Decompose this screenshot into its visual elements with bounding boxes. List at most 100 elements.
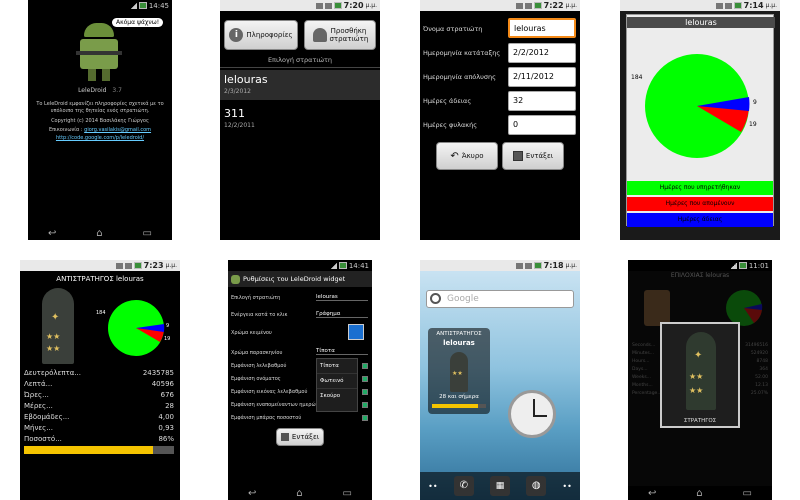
speech-bubble: Ακόμα ψάχνω! — [112, 18, 164, 27]
ok-button[interactable]: Εντάξει — [276, 428, 324, 446]
rank-overlay-dialog[interactable]: ✦ ★★ ★★ ΣΤΡΑΤΗΓΟΣ — [660, 322, 740, 428]
back-icon[interactable]: ↩ — [648, 488, 656, 499]
setting-label: Εμφάνιση μπάρας ποσοστού — [231, 415, 302, 421]
battery-icon — [338, 262, 347, 269]
soldier-name: 311 — [224, 107, 245, 120]
leave-days-input[interactable]: 32 — [508, 91, 576, 111]
recents-icon[interactable]: ▭ — [143, 228, 152, 239]
save-icon — [280, 433, 289, 441]
leledroid-widget[interactable]: ΑΝΤΙΣΤΡΑΤΗΓΟΣ lelouras ★★ 28 και σήμερα — [428, 328, 490, 414]
show-progress-bar-checkbox[interactable] — [362, 415, 368, 421]
apps-dots-icon[interactable]: •• — [428, 482, 437, 491]
battery-icon — [333, 2, 342, 9]
name-input[interactable]: lelouras — [508, 18, 576, 38]
soldier-date: 2/3/2012 — [224, 88, 251, 95]
recents-icon[interactable]: ▭ — [743, 488, 752, 499]
stat-row: Εβδομάδες... 4,00 — [24, 412, 174, 423]
back-icon[interactable]: ↩ — [48, 228, 56, 239]
add-soldier-button-label: Προσθήκη στρατιώτη — [329, 27, 369, 43]
contact-email-link[interactable]: giorg.vasilakis@gmail.com — [84, 127, 151, 133]
widget-progress-fill — [432, 404, 479, 408]
prison-days-input[interactable]: 0 — [508, 115, 576, 135]
phone-icon[interactable]: ✆ — [453, 476, 474, 496]
widget-progress-bar — [432, 404, 486, 408]
screen-edit-soldier: 7:22 μ.μ. Όνομα στρατιώτη lelouras Ημερο… — [420, 0, 580, 240]
dropdown-option[interactable]: Φωτεινό — [317, 374, 357, 389]
dropdown-option[interactable]: Σκούρο — [317, 389, 357, 403]
list-item[interactable]: 311 12/2/2011 — [220, 104, 380, 134]
stat-value: 2435785 — [142, 369, 174, 377]
save-icon — [512, 151, 523, 161]
pie-label-leave: 9 — [753, 99, 757, 106]
soldier-date: 12/2/2011 — [224, 122, 255, 129]
home-icon[interactable]: ⌂ — [696, 488, 702, 499]
info-icon: i — [229, 28, 244, 42]
contact: Επικοινωνία : giorg.vasilakis@gmail.com — [28, 127, 172, 133]
nav-bar: ↩ ⌂ ▭ — [628, 486, 772, 500]
widget-name: lelouras — [443, 339, 475, 347]
stat-label: Percentage... — [632, 391, 662, 396]
add-user-icon — [312, 28, 327, 42]
clock: 11:01 — [748, 261, 769, 270]
battery-icon — [138, 2, 147, 9]
dialog: lelouras 184 9 19 Ημέρες που υπηρετήθηκα… — [626, 14, 775, 227]
home-icon[interactable]: ⌂ — [96, 228, 102, 239]
stat-value: 0,93 — [158, 424, 174, 432]
soldier-select[interactable]: lelouras — [316, 294, 368, 301]
stat-label: Εβδομάδες... — [24, 413, 70, 421]
dock: •• ✆ ▦ ◍ •• — [420, 472, 580, 500]
stat-label: Seconds... — [632, 343, 656, 348]
legend-served: Ημέρες που υπηρετήθηκαν — [627, 181, 773, 195]
ok-button-label: Εντάξει — [525, 152, 554, 160]
field-label-name: Όνομα στρατιώτη — [423, 25, 483, 33]
show-name-checkbox[interactable] — [362, 376, 368, 382]
show-rank-image-checkbox[interactable] — [362, 389, 368, 395]
info-button[interactable]: i Πληροφορίες — [224, 20, 298, 50]
stat-value: 8748 — [756, 359, 768, 364]
battery-icon — [133, 262, 142, 269]
pie-label-remaining: 19 — [164, 336, 170, 342]
google-search-bar[interactable]: Google — [426, 290, 574, 308]
enlist-date-input[interactable]: 2/2/2012 — [508, 43, 576, 63]
pie-label-served: 184 — [631, 74, 643, 81]
clock-suffix: μ.μ. — [565, 262, 577, 269]
settings-title: Ρυθμίσεις του LeleDroid widget — [243, 275, 346, 283]
background-select[interactable]: Τίποτα — [316, 348, 368, 355]
status-bar: 11:01 — [628, 260, 772, 271]
browser-icon[interactable]: ◍ — [526, 476, 547, 496]
screen-soldier-list: 7:20 μ.μ. i Πληροφορίες Προσθήκη στρατιώ… — [220, 0, 380, 240]
recents-icon[interactable]: ▭ — [343, 488, 352, 499]
search-placeholder: Google — [447, 294, 479, 304]
project-link[interactable]: http://code.google.com/p/leledroid/ — [28, 135, 172, 141]
home-icon[interactable]: ⌂ — [296, 488, 302, 499]
click-action-select[interactable]: Γράφημα — [316, 311, 368, 318]
battery-icon — [738, 262, 747, 269]
clock-suffix: μ.μ. — [365, 2, 377, 9]
field-label-enlist-date: Ημερομηνία κατάταξης — [423, 49, 501, 57]
back-icon[interactable]: ↩ — [248, 488, 256, 499]
show-rank-checkbox[interactable] — [362, 363, 368, 369]
discharge-date-input[interactable]: 2/11/2012 — [508, 67, 576, 87]
dropdown-option[interactable]: Τίποτα — [317, 359, 357, 374]
list-item[interactable]: lelouras 2/3/2012 — [220, 70, 380, 100]
pie-chart: 184 9 19 — [631, 54, 757, 158]
rank-caption: ΣΤΡΑΤΗΓΟΣ — [683, 418, 717, 424]
stats-table: Δευτερόλεπτα... 2435785 Λεπτά... 40596 Ώρε… — [24, 368, 174, 445]
stat-row: Μέρες... 28 — [24, 401, 174, 412]
ok-button[interactable]: Εντάξει — [502, 142, 564, 170]
cancel-button[interactable]: ↶ Άκυρο — [436, 142, 498, 170]
show-remaining-days-checkbox[interactable] — [362, 402, 368, 408]
analog-clock-widget[interactable] — [508, 390, 556, 438]
setting-label: Επιλογή στρατιώτη — [231, 295, 281, 301]
stat-label: Months... — [632, 383, 653, 388]
stat-label: Hours... — [632, 359, 650, 364]
text-color-swatch[interactable] — [348, 324, 364, 340]
stat-row: Δευτερόλεπτα... 2435785 — [24, 368, 174, 379]
setting-label: Εμφάνιση λελεβαθμού — [231, 363, 287, 369]
screen-widget-settings: 14:41 Ρυθμίσεις του LeleDroid widget Επι… — [228, 260, 372, 500]
apps-dots-icon[interactable]: •• — [562, 482, 571, 491]
stat-value: 86% — [158, 435, 174, 443]
progress-bar-fill — [24, 446, 153, 454]
app-drawer-icon[interactable]: ▦ — [489, 476, 510, 496]
add-soldier-button[interactable]: Προσθήκη στρατιώτη — [304, 20, 376, 50]
